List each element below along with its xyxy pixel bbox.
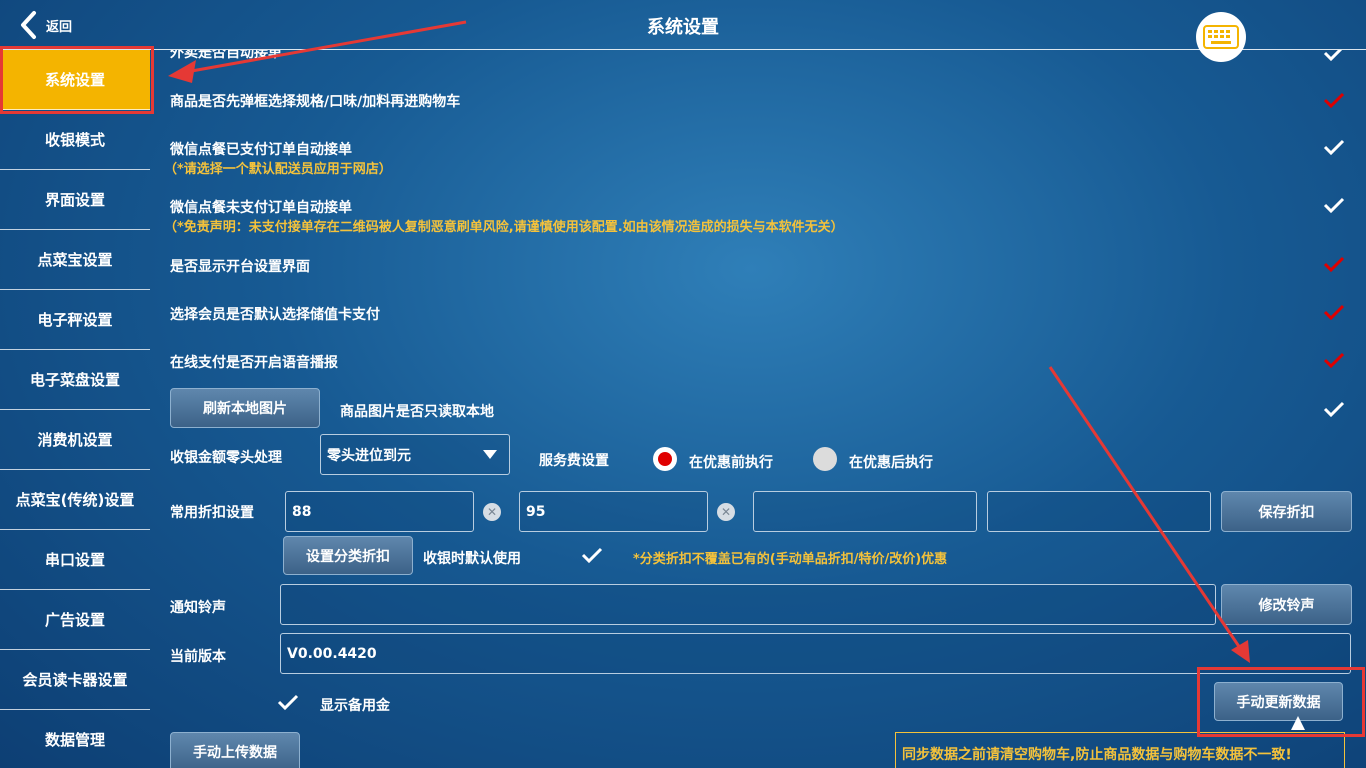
- checkmark-icon[interactable]: [1323, 351, 1345, 369]
- sidebar-item-scale[interactable]: 电子秤设置: [0, 290, 150, 350]
- sidebar-item-interface[interactable]: 界面设置: [0, 170, 150, 230]
- discount-input-3[interactable]: [753, 491, 977, 532]
- manual-upload-data-button[interactable]: 手动上传数据: [170, 732, 300, 768]
- setting-member-stored-card: 选择会员是否默认选择储值卡支付: [170, 307, 380, 323]
- checkmark-icon[interactable]: [1323, 50, 1345, 62]
- version-field: V0.00.4420: [280, 633, 1351, 674]
- default-use-label: 收银时默认使用: [423, 551, 521, 567]
- ringtone-label: 通知铃声: [170, 600, 226, 616]
- sync-warning: 同步数据之前请清空购物车,防止商品数据与购物车数据不一致!: [895, 732, 1345, 768]
- setting-wechat-unpaid-accept: 微信点餐未支付订单自动接单: [170, 200, 352, 216]
- rounding-label: 收银金额零头处理: [170, 450, 282, 466]
- checkmark-icon[interactable]: [1323, 91, 1345, 109]
- rounding-select[interactable]: 零头进位到元: [320, 434, 510, 475]
- highlight-box-update: [1197, 667, 1365, 737]
- checkmark-icon[interactable]: [1323, 196, 1345, 214]
- highlight-box-sidebar: [0, 46, 154, 114]
- sidebar-item-consumer-machine[interactable]: 消费机设置: [0, 410, 150, 470]
- page-title: 系统设置: [647, 17, 719, 38]
- sidebar-item-smart-plate[interactable]: 电子菜盘设置: [0, 350, 150, 410]
- dropdown-arrow-icon: [483, 450, 497, 459]
- save-discount-button[interactable]: 保存折扣: [1221, 491, 1352, 532]
- reserve-cash-label: 显示备用金: [320, 698, 390, 714]
- checkmark-icon[interactable]: [581, 546, 603, 564]
- radio-before-discount-label: 在优惠前执行: [689, 455, 773, 471]
- clear-discount-1-icon[interactable]: ✕: [483, 503, 501, 521]
- sidebar-item-cashier-mode[interactable]: 收银模式: [0, 110, 150, 170]
- rounding-select-value: 零头进位到元: [327, 447, 411, 464]
- checkmark-icon[interactable]: [277, 693, 299, 711]
- sidebar-item-order-device-legacy[interactable]: 点菜宝(传统)设置: [0, 470, 150, 530]
- header-bar: 返回 系统设置: [0, 0, 1366, 62]
- category-discount-button[interactable]: 设置分类折扣: [283, 536, 413, 575]
- sidebar-nav: 系统设置 收银模式 界面设置 点菜宝设置 电子秤设置 电子菜盘设置 消费机设置 …: [0, 50, 150, 768]
- sidebar-item-card-reader[interactable]: 会员读卡器设置: [0, 650, 150, 710]
- radio-after-discount-label: 在优惠后执行: [849, 455, 933, 471]
- settings-panel: 外卖是否自动接单 商品是否先弹框选择规格/口味/加料再进购物车 微信点餐已支付订…: [150, 50, 1366, 768]
- setting-auto-accept-delivery: 外卖是否自动接单: [170, 50, 282, 61]
- radio-after-discount[interactable]: [813, 447, 837, 471]
- category-discount-warning: *分类折扣不覆盖已有的(手动单品折扣/特价/改价)优惠: [633, 552, 948, 567]
- clear-discount-2-icon[interactable]: ✕: [717, 503, 735, 521]
- checkmark-icon[interactable]: [1323, 303, 1345, 321]
- setting-show-table-open: 是否显示开台设置界面: [170, 259, 310, 275]
- discount-input-1[interactable]: 88: [285, 491, 474, 532]
- setting-local-images-only: 商品图片是否只读取本地: [340, 404, 494, 420]
- discount-input-4[interactable]: [987, 491, 1211, 532]
- service-fee-label: 服务费设置: [539, 453, 609, 469]
- setting-wechat-paid-accept: 微信点餐已支付订单自动接单: [170, 142, 352, 158]
- ringtone-input[interactable]: [280, 584, 1216, 625]
- discount-label: 常用折扣设置: [170, 505, 254, 521]
- checkmark-icon[interactable]: [1323, 400, 1345, 418]
- sidebar-item-order-device[interactable]: 点菜宝设置: [0, 230, 150, 290]
- sidebar-item-advertising[interactable]: 广告设置: [0, 590, 150, 650]
- sidebar-item-data-management[interactable]: 数据管理: [0, 710, 150, 768]
- discount-input-2[interactable]: 95: [519, 491, 708, 532]
- keyboard-icon: [1203, 25, 1239, 49]
- checkmark-icon[interactable]: [1323, 138, 1345, 156]
- setting-online-pay-voice: 在线支付是否开启语音播报: [170, 355, 338, 371]
- change-ringtone-button[interactable]: 修改铃声: [1221, 584, 1352, 625]
- checkmark-icon[interactable]: [1323, 255, 1345, 273]
- sidebar-item-serial-port[interactable]: 串口设置: [0, 530, 150, 590]
- version-label: 当前版本: [170, 649, 226, 665]
- setting-note-delivery: （*请选择一个默认配送员应用于网店）: [164, 162, 392, 177]
- refresh-local-images-button[interactable]: 刷新本地图片: [170, 388, 320, 428]
- radio-before-discount[interactable]: [653, 447, 677, 471]
- setting-note-disclaimer: （*免责声明：未支付接单存在二维码被人复制恶意刷单风险,请谨慎使用该配置.如由该…: [164, 220, 844, 235]
- radio-selected-dot: [658, 452, 672, 466]
- setting-popup-spec: 商品是否先弹框选择规格/口味/加料再进购物车: [170, 94, 461, 110]
